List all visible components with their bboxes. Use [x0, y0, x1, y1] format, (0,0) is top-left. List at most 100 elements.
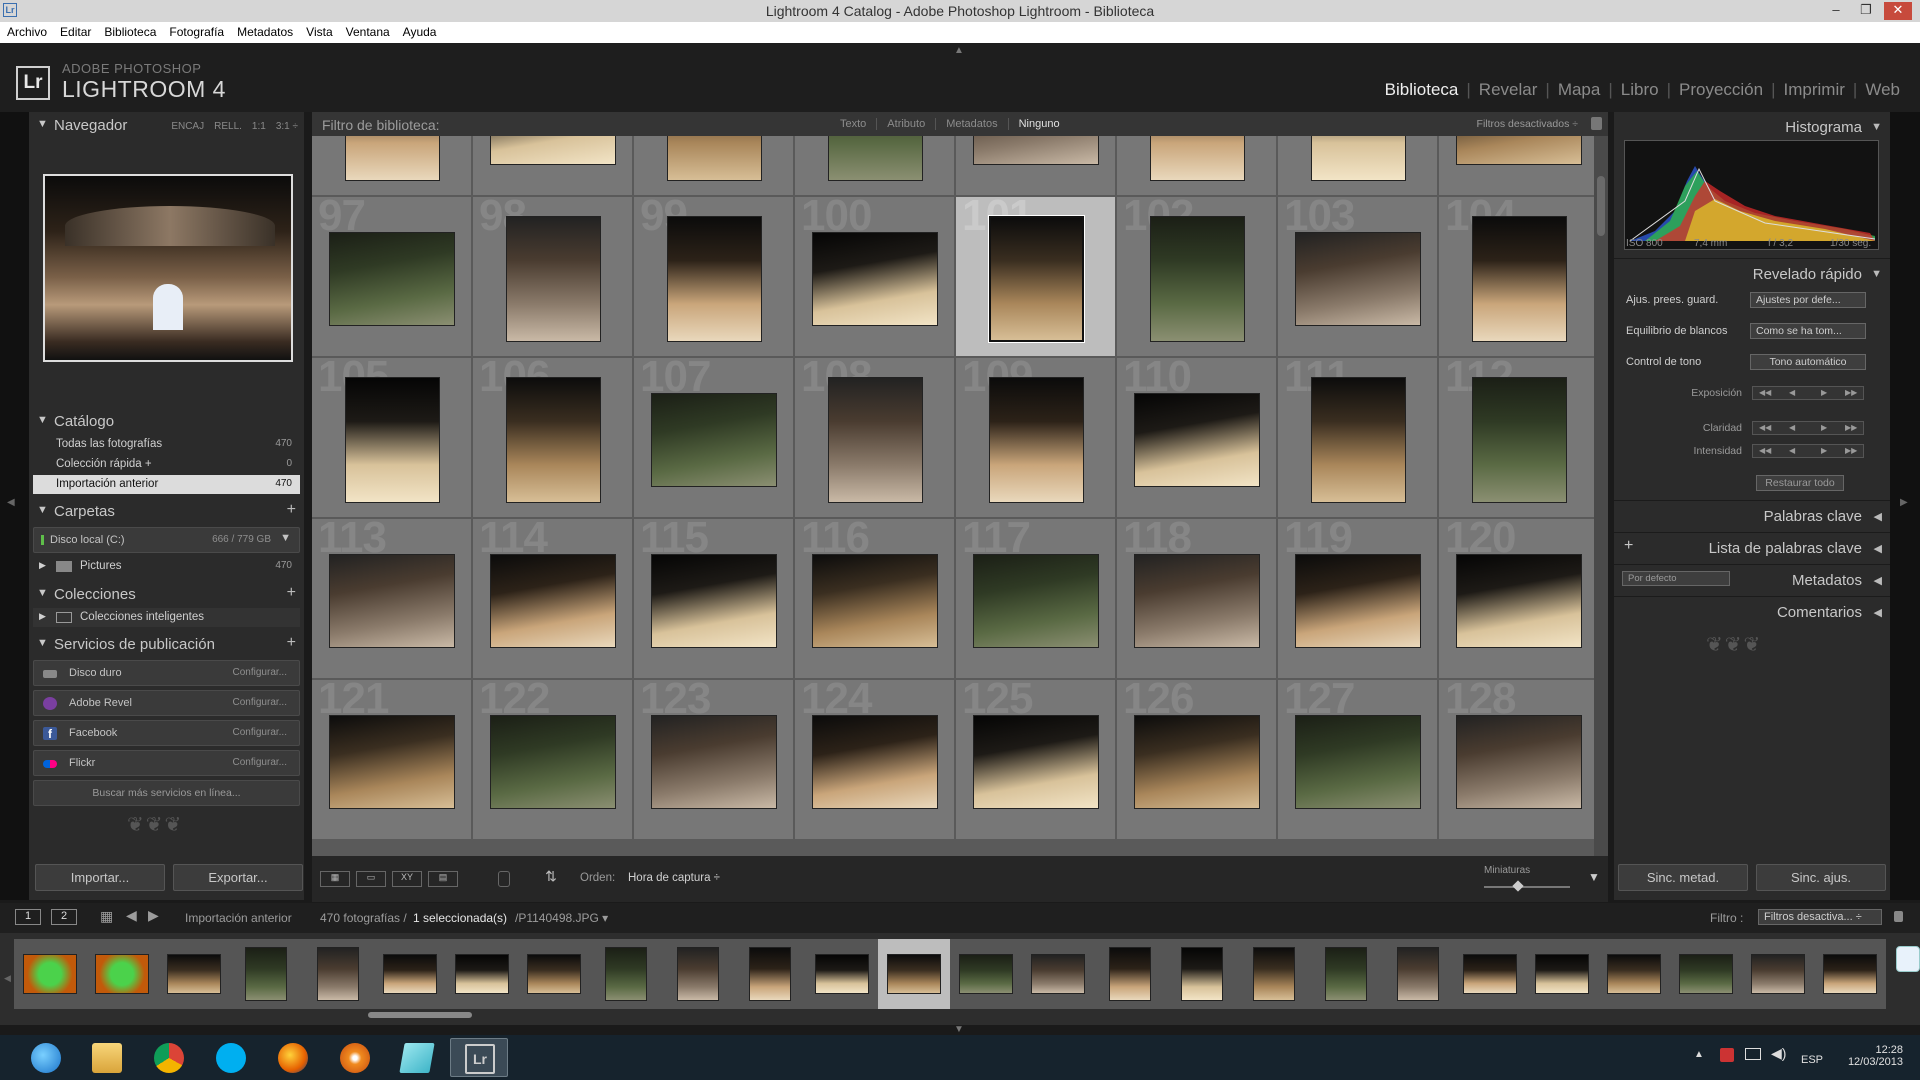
grid-cell[interactable]: 107: [634, 352, 794, 518]
filmstrip-cell[interactable]: [446, 939, 518, 1009]
grid-cell[interactable]: 124: [795, 674, 955, 840]
photo-thumbnail[interactable]: [1149, 136, 1245, 181]
filmstrip-cell[interactable]: [1238, 939, 1310, 1009]
filmstrip-thumbnail[interactable]: [1751, 954, 1805, 994]
navigator-preview[interactable]: [43, 174, 293, 362]
filmstrip-cell[interactable]: [590, 939, 662, 1009]
grid-cell[interactable]: [312, 136, 472, 196]
survey-view-icon[interactable]: ▤: [428, 871, 458, 887]
sort-direction-icon[interactable]: ⇅: [538, 868, 564, 884]
selected-file[interactable]: /P1140498.JPG ▾: [515, 911, 608, 925]
toolbar-menu-icon[interactable]: ▼: [1588, 870, 1600, 884]
white-balance-select[interactable]: Como se ha tom...: [1750, 323, 1866, 339]
filmstrip-thumbnail[interactable]: [527, 954, 581, 994]
ie-taskbar-button[interactable]: [17, 1038, 75, 1077]
grid-cell[interactable]: [1117, 136, 1277, 196]
loupe-view-icon[interactable]: ▭: [356, 871, 386, 887]
smart-collections[interactable]: ▶ Colecciones inteligentes: [33, 608, 300, 627]
top-panel-toggle-icon[interactable]: ▲: [954, 45, 964, 56]
collapse-triangle-icon[interactable]: ▼: [37, 118, 48, 130]
grid-cell[interactable]: 127: [1278, 674, 1438, 840]
folders-header[interactable]: ▼ Carpetas +: [29, 500, 304, 524]
menu-ventana[interactable]: Ventana: [339, 22, 396, 39]
collapse-triangle-icon[interactable]: ▼: [37, 587, 48, 599]
catalog-header[interactable]: ▼ Catálogo: [29, 410, 304, 434]
filter-none[interactable]: Ninguno: [1007, 118, 1070, 130]
photo-thumbnail[interactable]: [329, 715, 455, 809]
grid-cell[interactable]: 105: [312, 352, 472, 518]
module-libro[interactable]: Libro: [1613, 80, 1667, 99]
filmstrip-cell[interactable]: [950, 939, 1022, 1009]
filter-metadata[interactable]: Metadatos: [935, 118, 1008, 130]
find-more-services-button[interactable]: Buscar más servicios en línea...: [33, 780, 300, 806]
photo-thumbnail[interactable]: [973, 554, 1099, 648]
filmstrip-thumbnail[interactable]: [677, 947, 719, 1001]
filmstrip-thumbnail[interactable]: [245, 947, 287, 1001]
thumbnail-size-slider[interactable]: [1484, 880, 1570, 892]
grid-cell[interactable]: 126: [1117, 674, 1277, 840]
network-icon[interactable]: [1745, 1048, 1761, 1060]
filmstrip-filter-select[interactable]: Filtros desactiva... ÷: [1758, 909, 1882, 925]
photo-thumbnail[interactable]: [812, 715, 938, 809]
grid-cell[interactable]: [634, 136, 794, 196]
action-center-icon[interactable]: [1720, 1048, 1734, 1062]
photo-thumbnail[interactable]: [344, 377, 440, 503]
expand-triangle-icon[interactable]: ▶: [39, 560, 46, 571]
filmstrip-cell[interactable]: [158, 939, 230, 1009]
filter-text[interactable]: Texto: [830, 118, 876, 130]
quick-develop-header[interactable]: Revelado rápido ▼: [1614, 258, 1890, 288]
grid-shortcut-icon[interactable]: ▦: [100, 908, 113, 925]
grid-cell[interactable]: 120: [1439, 513, 1594, 679]
filmstrip-thumbnail[interactable]: [605, 947, 647, 1001]
collapse-triangle-icon[interactable]: ▼: [37, 414, 48, 426]
bottom-panel-toggle-icon[interactable]: ▼: [954, 1024, 964, 1035]
filmstrip-cell[interactable]: [1166, 939, 1238, 1009]
filmstrip-cell[interactable]: [14, 939, 86, 1009]
add-collection-icon[interactable]: +: [287, 584, 296, 602]
metadata-preset-select[interactable]: Por defecto: [1622, 571, 1730, 586]
grid-cell[interactable]: 102: [1117, 191, 1277, 357]
photo-thumbnail[interactable]: [827, 136, 923, 181]
service-hard-drive[interactable]: Disco duro Configurar...: [33, 660, 300, 686]
photo-thumbnail[interactable]: [973, 136, 1099, 165]
photo-thumbnail[interactable]: [1456, 554, 1582, 648]
grid-cell[interactable]: 119: [1278, 513, 1438, 679]
filmstrip-cell[interactable]: [1094, 939, 1166, 1009]
service-configure[interactable]: Configurar...: [233, 727, 287, 738]
photo-thumbnail[interactable]: [490, 715, 616, 809]
filmstrip-thumbnail[interactable]: [1679, 954, 1733, 994]
grid-cell[interactable]: 115: [634, 513, 794, 679]
catalog-item-previous-import[interactable]: Importación anterior 470: [33, 475, 300, 494]
filmstrip-thumbnail[interactable]: [95, 954, 149, 994]
photo-thumbnail[interactable]: [329, 554, 455, 648]
expand-triangle-icon[interactable]: ◀: [1874, 574, 1882, 587]
collapse-triangle-icon[interactable]: ▼: [37, 504, 48, 516]
grid-scrollbar[interactable]: [1594, 136, 1608, 856]
grid-cell[interactable]: [1439, 136, 1594, 196]
catalog-item-quick-collection[interactable]: Colección rápida + 0: [33, 455, 300, 474]
screen-2-button[interactable]: 2: [51, 909, 77, 925]
saved-preset-select[interactable]: Ajustes por defe...: [1750, 292, 1866, 308]
photo-thumbnail[interactable]: [329, 232, 455, 326]
photo-thumbnail[interactable]: [344, 136, 440, 181]
grid-cell[interactable]: 125: [956, 674, 1116, 840]
expand-triangle-icon[interactable]: ◀: [1874, 510, 1882, 523]
minimize-button[interactable]: –: [1822, 2, 1850, 20]
filmstrip-thumbnail[interactable]: [383, 954, 437, 994]
expand-triangle-icon[interactable]: ◀: [1874, 542, 1882, 555]
export-button[interactable]: Exportar...: [173, 864, 303, 891]
metadata-header[interactable]: Por defecto Metadatos ◀: [1614, 564, 1890, 594]
photo-thumbnail[interactable]: [987, 215, 1085, 343]
filmstrip-cell[interactable]: [1382, 939, 1454, 1009]
filmstrip-scrollbar[interactable]: [368, 1012, 472, 1018]
photo-thumbnail[interactable]: [1295, 554, 1421, 648]
grid-cell[interactable]: 122: [473, 674, 633, 840]
media-taskbar-button[interactable]: [326, 1038, 384, 1077]
collapse-triangle-icon[interactable]: ▼: [1871, 268, 1882, 280]
grid-cell[interactable]: 128: [1439, 674, 1594, 840]
painter-icon[interactable]: [498, 871, 510, 887]
histogram-header[interactable]: Histograma ▼: [1614, 112, 1890, 142]
grid-cell[interactable]: 117: [956, 513, 1116, 679]
filmstrip-thumbnail[interactable]: [959, 954, 1013, 994]
restore-button[interactable]: ❐: [1852, 2, 1880, 20]
